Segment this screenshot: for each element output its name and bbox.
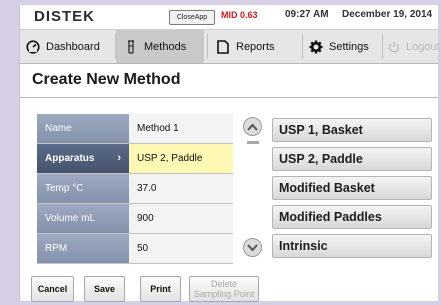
option-intrinsic[interactable]: Intrinsic: [272, 234, 432, 258]
delete-button-line1: Delete: [210, 279, 237, 289]
form-row-rpm[interactable]: RPM 50: [37, 234, 233, 264]
tab-settings-label: Settings: [329, 40, 369, 53]
delete-button-line2: Sampling Point: [193, 289, 255, 299]
tab-reports-label: Reports: [236, 40, 275, 53]
nav-divider: [302, 34, 303, 59]
tab-logout: Logout: [388, 30, 440, 63]
clock-date: December 19, 2014: [342, 9, 433, 20]
temp-field[interactable]: 37.0: [129, 174, 233, 203]
scroll-thumb[interactable]: [247, 141, 259, 144]
brand-logo: DISTEK: [34, 8, 96, 25]
document-icon: [216, 39, 230, 54]
main-nav: Dashboard Methods Reports Settings Logou…: [20, 29, 440, 64]
form-scrollbar[interactable]: [241, 114, 265, 262]
status-bar: DISTEK CloseApp MID 0.63 09:27 AM Decemb…: [20, 5, 438, 28]
scroll-down-button[interactable]: [243, 238, 262, 257]
power-icon: [388, 40, 400, 54]
field-label: RPM: [37, 234, 129, 263]
tab-dashboard-label: Dashboard: [46, 40, 100, 53]
chevron-down-icon: [247, 243, 258, 251]
title-divider: [20, 97, 438, 98]
option-modified-basket[interactable]: Modified Basket: [272, 176, 432, 200]
apparatus-field[interactable]: USP 2, Paddle: [129, 144, 233, 173]
tab-dashboard[interactable]: Dashboard: [26, 30, 112, 63]
nav-divider: [207, 34, 208, 59]
tab-reports[interactable]: Reports: [216, 30, 300, 63]
delete-sampling-point-button: Delete Sampling Point: [189, 276, 259, 302]
gauge-icon: [26, 39, 40, 54]
option-modified-paddles[interactable]: Modified Paddles: [272, 205, 432, 229]
chevron-right-icon: ›: [117, 152, 121, 164]
cancel-button[interactable]: Cancel: [31, 276, 74, 302]
clock-time: 09:27 AM: [285, 9, 329, 20]
tab-methods-label: Methods: [144, 40, 187, 53]
nav-divider: [382, 34, 383, 59]
close-app-button[interactable]: CloseApp: [169, 10, 215, 25]
form-row-temp[interactable]: Temp °C 37.0: [37, 174, 233, 204]
save-button[interactable]: Save: [84, 276, 125, 302]
tab-settings[interactable]: Settings: [309, 30, 389, 63]
scroll-up-button[interactable]: [243, 117, 262, 136]
tab-logout-label: Logout: [406, 40, 440, 53]
mid-value: MID 0.63: [221, 10, 258, 20]
print-button[interactable]: Print: [140, 276, 181, 302]
method-form: Name Method 1 Apparatus › USP 2, Paddle …: [37, 114, 233, 264]
apparatus-label: Apparatus: [45, 153, 95, 164]
rpm-field[interactable]: 50: [129, 234, 233, 263]
field-label: Volume mL: [37, 204, 129, 233]
field-label: Name: [37, 114, 129, 143]
gear-icon: [309, 40, 323, 54]
tab-methods[interactable]: Methods: [116, 30, 204, 63]
option-usp2-paddle[interactable]: USP 2, Paddle: [272, 147, 432, 171]
form-row-volume[interactable]: Volume mL 900: [37, 204, 233, 234]
form-row-name[interactable]: Name Method 1: [37, 114, 233, 144]
option-usp1-basket[interactable]: USP 1, Basket: [272, 118, 432, 142]
page-title: Create New Method: [32, 71, 181, 88]
volume-field[interactable]: 900: [129, 204, 233, 233]
name-field[interactable]: Method 1: [129, 114, 233, 143]
field-label: Apparatus ›: [37, 144, 129, 173]
field-label: Temp °C: [37, 174, 129, 203]
app-window: DISTEK CloseApp MID 0.63 09:27 AM Decemb…: [19, 5, 440, 302]
chevron-up-icon: [247, 123, 258, 131]
flask-icon: [124, 39, 138, 54]
form-row-apparatus[interactable]: Apparatus › USP 2, Paddle: [37, 144, 233, 174]
